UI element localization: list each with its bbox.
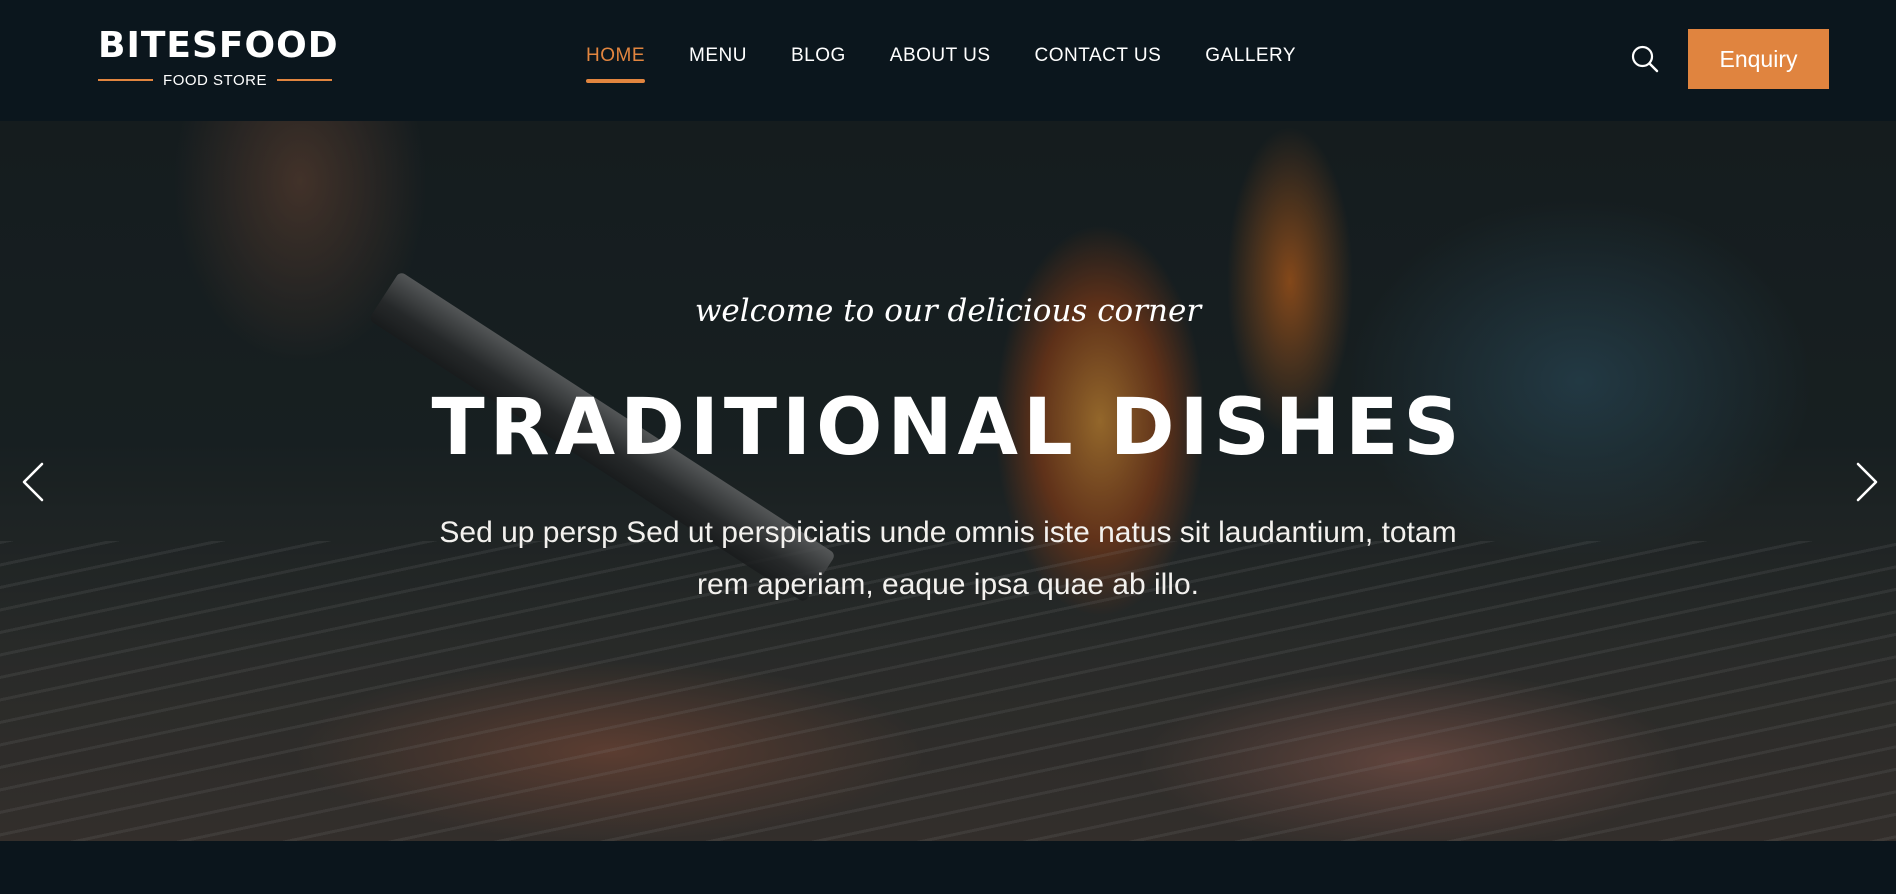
nav-item-gallery[interactable]: GALLERY [1205, 42, 1296, 70]
brand-tagline-row: FOOD STORE [98, 70, 332, 90]
nav-item-label: HOME [586, 45, 645, 66]
hero-overlay [0, 121, 1896, 841]
search-icon[interactable] [1630, 44, 1660, 74]
nav-item-label: GALLERY [1205, 45, 1297, 66]
main-nav: HOME MENU BLOG ABOUT US CONTACT US GALLE… [586, 42, 1296, 83]
hero-welcome-text: welcome to our delicious corner [694, 293, 1202, 329]
nav-item-label: ABOUT US [889, 45, 991, 66]
nav-item-label: CONTACT US [1034, 45, 1162, 66]
brand-name: BITESFOOD [98, 25, 339, 66]
chevron-right-icon[interactable] [1846, 457, 1886, 507]
chevron-left-icon[interactable] [14, 457, 54, 507]
nav-item-blog[interactable]: BLOG [791, 42, 846, 70]
next-section-edge [0, 841, 1896, 894]
brand-tagline: FOOD STORE [163, 71, 267, 89]
tagline-divider-right [276, 79, 332, 81]
hero-banner: welcome to our delicious corner TRADITIO… [0, 121, 1896, 841]
hero-description: Sed up persp Sed ut perspiciatis unde om… [439, 516, 1457, 601]
enquiry-button[interactable]: Enquiry [1688, 29, 1829, 89]
nav-item-menu[interactable]: MENU [689, 42, 747, 70]
nav-item-contact-us[interactable]: CONTACT US [1035, 42, 1162, 70]
nav-item-label: BLOG [790, 45, 846, 66]
tagline-divider-left [98, 79, 154, 81]
nav-item-about-us[interactable]: ABOUT US [890, 42, 991, 70]
active-nav-indicator [586, 79, 645, 83]
site-header: BITESFOOD FOOD STORE HOME MENU BLOG ABOU… [0, 0, 1896, 121]
hero-title: TRADITIONAL DISHES [431, 383, 1465, 473]
brand-logo[interactable]: BITESFOOD FOOD STORE [98, 25, 339, 90]
nav-item-label: MENU [689, 45, 747, 66]
nav-item-home[interactable]: HOME [586, 42, 645, 83]
